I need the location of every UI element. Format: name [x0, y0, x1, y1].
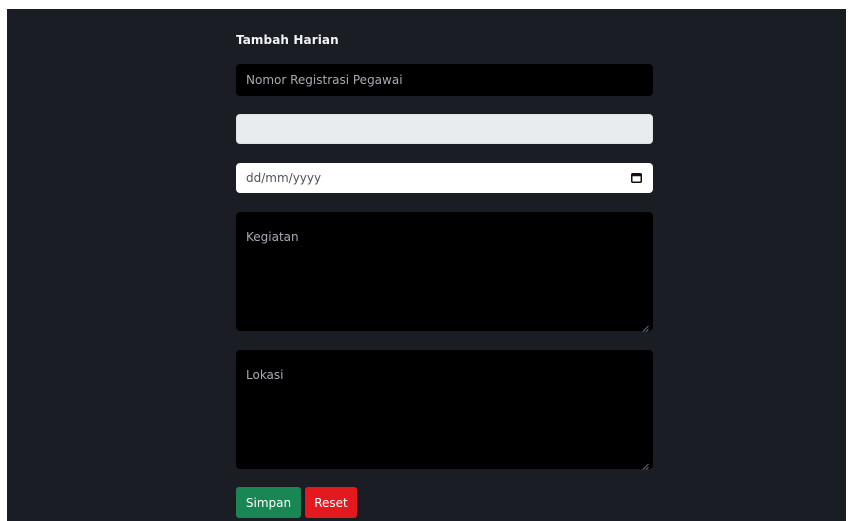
reset-button[interactable]: Reset [305, 487, 357, 518]
tanggal-date-input[interactable]: dd/mm/yyyy [236, 163, 653, 193]
lokasi-textarea[interactable]: Lokasi [236, 350, 653, 470]
form-title: Tambah Harian [236, 33, 339, 47]
calendar-icon[interactable] [631, 173, 642, 183]
date-placeholder: dd/mm/yyyy [246, 171, 322, 185]
kegiatan-textarea[interactable]: Kegiatan [236, 212, 653, 332]
readonly-field [236, 114, 653, 144]
nomor-registrasi-input[interactable]: Nomor Registrasi Pegawai [236, 64, 653, 96]
resize-grip-icon[interactable] [642, 458, 649, 470]
simpan-button[interactable]: Simpan [236, 487, 301, 518]
kegiatan-placeholder: Kegiatan [246, 230, 299, 244]
resize-grip-icon[interactable] [642, 320, 649, 332]
lokasi-placeholder: Lokasi [246, 368, 284, 382]
page-panel: Tambah Harian Nomor Registrasi Pegawai d… [7, 9, 846, 521]
